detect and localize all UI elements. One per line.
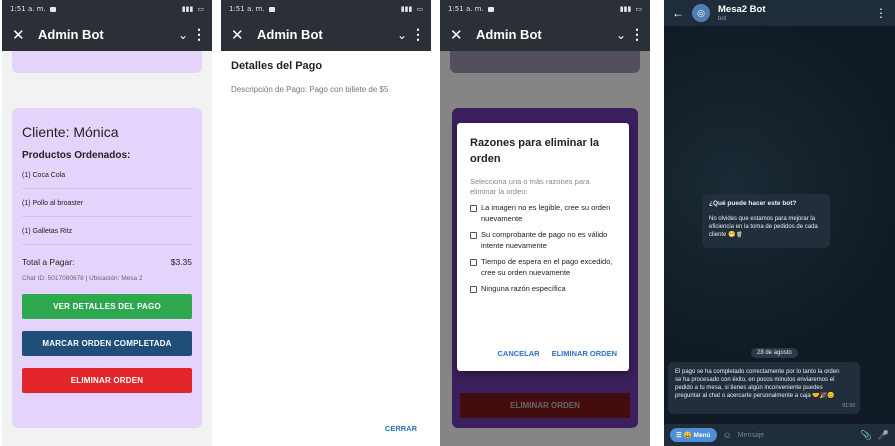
dialog-title: Razones para eliminar la orden [470, 137, 599, 165]
reason-option[interactable]: La imagen no es legible, cree su orden n… [470, 203, 616, 224]
checkbox[interactable] [470, 259, 477, 266]
mic-icon[interactable]: 🎤 [878, 430, 889, 441]
message-bubble[interactable]: El pago se ha completado correctamente p… [668, 362, 860, 414]
bot-info-bubble: ¿Qué puede hacer este bot? No olvides qu… [702, 194, 830, 248]
attach-icon[interactable]: 📎 [861, 430, 872, 441]
client-name: Cliente: Mónica [22, 124, 119, 140]
chevron-down-icon[interactable]: ⌄ [174, 28, 192, 42]
notification-icon [268, 6, 275, 12]
more-icon[interactable]: ⋮ [630, 26, 644, 43]
confirm-delete-button[interactable]: ELIMINAR ORDEN [552, 349, 617, 358]
status-bar: 1:51 a. m. ▮▮▮ ▭ [440, 0, 650, 18]
date-pill: 28 de agosto [751, 348, 798, 358]
total-value: $3.35 [170, 257, 192, 267]
status-time: 1:51 a. m. [448, 5, 484, 13]
status-time: 1:51 a. m. [229, 5, 265, 13]
phone-order-card: 1:51 a. m. ▮▮▮ ▭ ✕ Admin Bot ⌄ ⋮ Cliente:… [2, 0, 212, 446]
dialog-actions: CANCELAR ELIMINAR ORDEN [497, 349, 617, 358]
total-label: Total a Pagar: [22, 257, 75, 267]
delete-reasons-dialog: Razones para eliminar la orden Seleccion… [457, 123, 629, 371]
bubble-text: No olvides que estamos para mejorar la e… [709, 216, 818, 238]
total-row: Total a Pagar: $3.35 [22, 257, 192, 267]
message-time: 01:50 [842, 403, 855, 409]
phone-payment-details: 1:51 a. m. ▮▮▮ ▭ ✕ Admin Bot ⌄ ⋮ Detalles… [221, 0, 431, 446]
notification-icon [487, 6, 494, 12]
reason-label: La imagen no es legible, cree su orden n… [481, 203, 611, 223]
menu-button[interactable]: ☰ 😀 Menú [670, 428, 717, 442]
chevron-down-icon[interactable]: ⌄ [612, 28, 630, 42]
chat-subtitle: bot [718, 16, 727, 22]
chat-title-block[interactable]: Mesa2 Bot bot [718, 4, 766, 22]
phone-telegram-chat: ← ◎ Mesa2 Bot bot ⋮ ¿Qué puede hacer est… [664, 0, 895, 446]
view-payment-details-button[interactable]: VER DETALLES DEL PAGO [22, 294, 192, 319]
reason-label: Tiempo de espera en el pago excedido, cr… [481, 257, 613, 277]
delete-order-button[interactable]: ELIMINAR ORDEN [22, 368, 192, 393]
message-text: El pago se ha completado correctamente p… [675, 369, 840, 399]
more-icon[interactable]: ⋮ [875, 6, 887, 20]
more-icon[interactable]: ⋮ [192, 26, 206, 43]
app-title: Admin Bot [257, 27, 323, 42]
reason-label: Ninguna razón específica [481, 284, 566, 293]
payment-description: Descripción de Pago: Pago con billete de… [231, 85, 389, 94]
payment-title: Detalles del Pago [231, 60, 323, 72]
status-time: 1:51 a. m. [10, 5, 46, 13]
app-bar: ✕ Admin Bot ⌄ ⋮ [440, 18, 650, 51]
status-bar: 1:51 a. m. ▮▮▮ ▭ [221, 0, 431, 18]
cancel-button[interactable]: CANCELAR [497, 349, 539, 358]
mark-completed-button[interactable]: MARCAR ORDEN COMPLETADA [22, 331, 192, 356]
close-icon[interactable]: ✕ [450, 26, 476, 44]
chat-name: Mesa2 Bot [718, 4, 766, 15]
signal-icon: ▮▮▮ [400, 5, 413, 13]
signal-icon: ▮▮▮ [619, 5, 632, 13]
notification-icon [49, 6, 56, 12]
close-icon[interactable]: ✕ [12, 26, 38, 44]
reason-option[interactable]: Ninguna razón específica [470, 284, 616, 295]
checkbox[interactable] [470, 232, 477, 239]
app-title: Admin Bot [476, 27, 542, 42]
dialog-subtitle: Selecciona una o más razones para elimin… [470, 177, 590, 196]
chat-header: ← ◎ Mesa2 Bot bot ⋮ [664, 0, 895, 26]
reason-label: Su comprobante de pago no es válido inte… [481, 230, 608, 250]
signal-icon: ▮▮▮ [181, 5, 194, 13]
reason-option[interactable]: Tiempo de espera en el pago excedido, cr… [470, 257, 616, 278]
phone-delete-dialog: 1:51 a. m. ▮▮▮ ▭ ✕ Admin Bot ⌄ ⋮ ELIMINAR… [440, 0, 650, 446]
message-input[interactable]: Mensaje [738, 432, 855, 439]
order-meta: Chat ID: 5017080678 | Ubicación: Mesa 2 [22, 275, 143, 282]
back-arrow-icon[interactable]: ← [672, 6, 692, 20]
battery-icon: ▭ [197, 5, 204, 13]
app-bar: ✕ Admin Bot ⌄ ⋮ [221, 18, 431, 51]
screenshot-stage: 1:51 a. m. ▮▮▮ ▭ ✕ Admin Bot ⌄ ⋮ Cliente:… [0, 0, 895, 446]
more-icon[interactable]: ⋮ [411, 26, 425, 43]
close-button[interactable]: CERRAR [385, 424, 417, 433]
list-item: (1) Galletas Ritz [22, 219, 192, 245]
checkbox[interactable] [470, 205, 477, 212]
bot-avatar[interactable]: ◎ [692, 4, 710, 22]
list-item: (1) Pollo al broaster [22, 191, 192, 217]
order-card: Cliente: Mónica Productos Ordenados: (1)… [12, 108, 202, 428]
message-input-bar: ☰ 😀 Menú ☺ Mensaje 📎 🎤 [664, 424, 895, 446]
battery-icon: ▭ [635, 5, 642, 13]
chevron-down-icon[interactable]: ⌄ [393, 28, 411, 42]
checkbox[interactable] [470, 286, 477, 293]
previous-order-card [12, 51, 202, 73]
battery-icon: ▭ [416, 5, 423, 13]
app-title: Admin Bot [38, 27, 104, 42]
products-heading: Productos Ordenados: [22, 150, 131, 161]
status-bar: 1:51 a. m. ▮▮▮ ▭ [2, 0, 212, 18]
app-bar: ✕ Admin Bot ⌄ ⋮ [2, 18, 212, 51]
close-icon[interactable]: ✕ [231, 26, 257, 44]
list-item: (1) Coca Cola [22, 163, 192, 189]
reason-option[interactable]: Su comprobante de pago no es válido inte… [470, 230, 616, 251]
bubble-title: ¿Qué puede hacer este bot? [709, 200, 797, 207]
emoji-icon[interactable]: ☺ [723, 430, 732, 440]
